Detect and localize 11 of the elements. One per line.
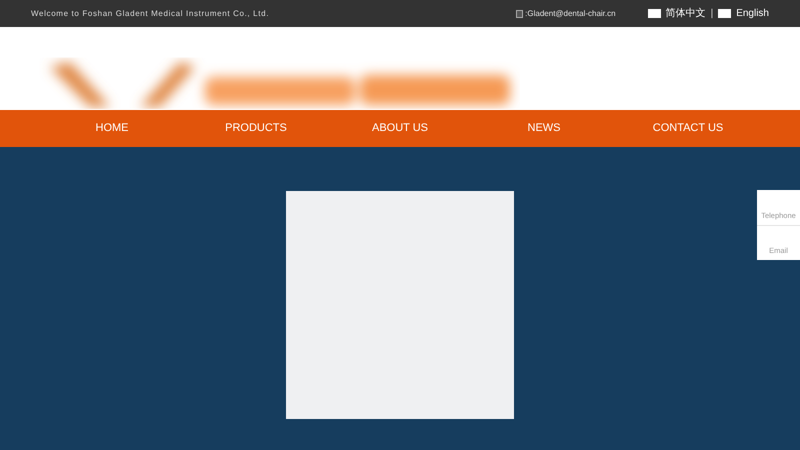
nav-link[interactable]: ABOUT US <box>335 120 465 137</box>
nav-link[interactable]: NEWS <box>479 120 609 137</box>
language-separator: | <box>710 7 714 21</box>
mail-icon <box>516 10 524 18</box>
welcome-text: Welcome to Foshan Gladent Medical Instrument Co., Ltd. <box>31 8 270 20</box>
nav-link[interactable]: HOME <box>47 120 177 137</box>
language-link[interactable]: English <box>736 6 769 21</box>
language-link[interactable]: 简体中文 <box>666 6 706 21</box>
nav-link[interactable]: CONTACT US <box>623 120 753 137</box>
nav-link[interactable]: PRODUCTS <box>191 120 321 137</box>
contact-email-address[interactable]: :Gladent@dental-chair.cn <box>525 8 616 20</box>
